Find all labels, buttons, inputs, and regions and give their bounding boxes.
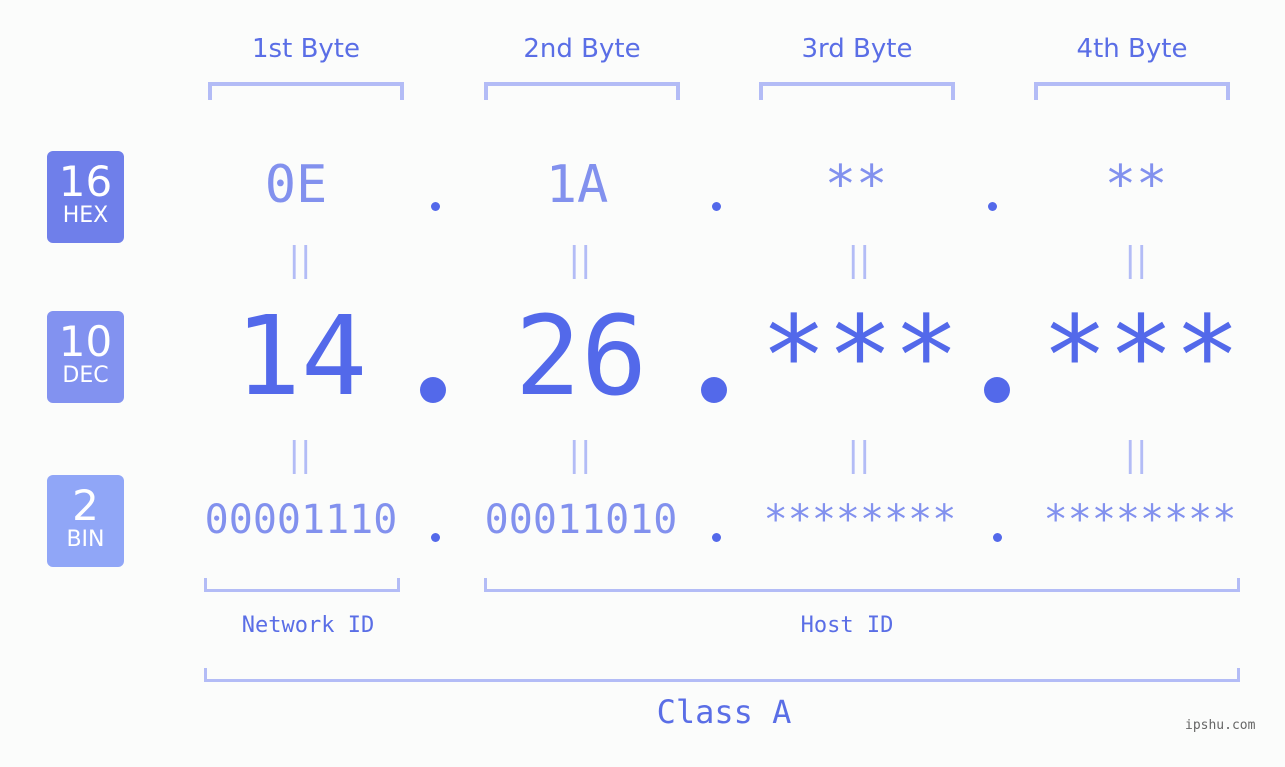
- dec-byte-2: 26: [514, 292, 648, 420]
- bin-badge-label: BIN: [66, 527, 105, 552]
- hex-badge: 16 HEX: [47, 151, 124, 243]
- dec-dot-3: [984, 377, 1010, 403]
- equals-dec-bin-4: ||: [1124, 435, 1148, 475]
- dec-dot-1: [420, 377, 446, 403]
- byte-3-label: 3rd Byte: [801, 34, 913, 64]
- equals-hex-dec-3: ||: [847, 240, 871, 280]
- bin-byte-1: 00001110: [204, 497, 398, 543]
- network-id-bracket: [204, 578, 400, 592]
- byte-1-bracket: [208, 82, 404, 100]
- hex-dot-3: [988, 202, 997, 211]
- bin-badge-number: 2: [72, 481, 99, 530]
- byte-4-bracket: [1034, 82, 1230, 100]
- hex-byte-3: **: [824, 155, 888, 215]
- equals-hex-dec-1: ||: [288, 240, 312, 280]
- byte-4-label: 4th Byte: [1076, 34, 1188, 64]
- equals-hex-dec-2: ||: [568, 240, 592, 280]
- byte-3-bracket: [759, 82, 955, 100]
- bin-byte-3: ********: [763, 497, 957, 543]
- hex-byte-4: **: [1104, 155, 1168, 215]
- bin-byte-2: 00011010: [484, 497, 678, 543]
- class-bracket: [204, 668, 1240, 682]
- byte-1-label: 1st Byte: [252, 34, 360, 64]
- dec-byte-3: ***: [760, 292, 960, 420]
- equals-hex-dec-4: ||: [1124, 240, 1148, 280]
- bin-dot-3: [993, 533, 1002, 542]
- dec-badge-label: DEC: [62, 363, 109, 388]
- dec-badge: 10 DEC: [47, 311, 124, 403]
- bin-dot-1: [431, 533, 440, 542]
- hex-dot-1: [431, 202, 440, 211]
- dec-byte-4: ***: [1041, 292, 1241, 420]
- byte-2-bracket: [484, 82, 680, 100]
- watermark: ipshu.com: [1185, 718, 1256, 733]
- dec-dot-2: [701, 377, 727, 403]
- byte-2-label: 2nd Byte: [523, 34, 641, 64]
- hex-dot-2: [712, 202, 721, 211]
- equals-dec-bin-3: ||: [847, 435, 871, 475]
- dec-byte-1: 14: [234, 292, 368, 420]
- hex-badge-label: HEX: [62, 203, 109, 228]
- hex-byte-1: 0E: [264, 155, 328, 215]
- bin-dot-2: [712, 533, 721, 542]
- equals-dec-bin-1: ||: [288, 435, 312, 475]
- host-id-bracket: [484, 578, 1240, 592]
- hex-byte-2: 1A: [545, 155, 609, 215]
- class-label: Class A: [656, 693, 792, 731]
- bin-badge: 2 BIN: [47, 475, 124, 567]
- hex-badge-number: 16: [58, 157, 113, 206]
- equals-dec-bin-2: ||: [568, 435, 592, 475]
- host-id-label: Host ID: [800, 613, 894, 638]
- bin-byte-4: ********: [1043, 497, 1237, 543]
- network-id-label: Network ID: [241, 613, 375, 638]
- dec-badge-number: 10: [58, 317, 113, 366]
